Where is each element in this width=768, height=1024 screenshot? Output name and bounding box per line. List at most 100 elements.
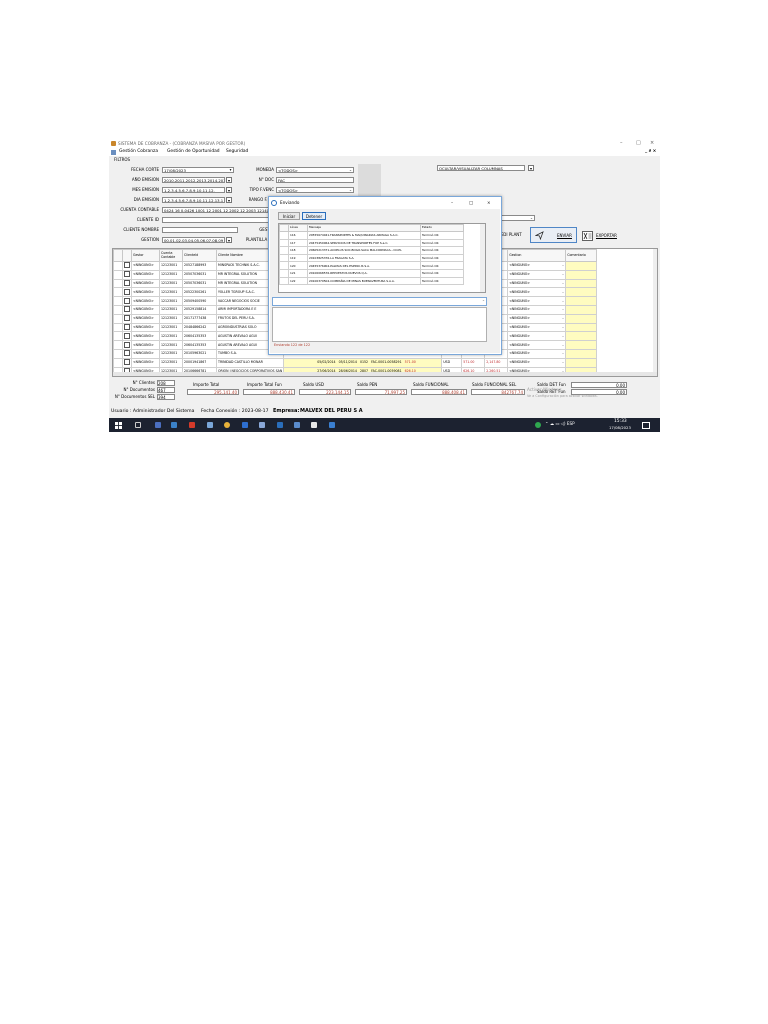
tipo-venc-select[interactable]: <TODOS> ⌄ <box>276 187 354 193</box>
comentario-cell[interactable] <box>565 287 598 298</box>
anio-emision-input[interactable]: 2010,2011,2012,2013,2014,201 <box>162 177 225 183</box>
gestion-cell[interactable]: <NINGUNO> ⌄ <box>507 296 567 306</box>
row-checkbox[interactable] <box>124 280 130 286</box>
edge-icon[interactable] <box>242 422 248 428</box>
comentario-cell[interactable] <box>565 357 598 368</box>
row-checkbox[interactable] <box>124 315 130 322</box>
dialog-log-row[interactable]: 118 20605213371-ACOPLUS SOC.BOGO.SACA MAL… <box>279 246 464 255</box>
mes-emision-input[interactable]: 1,2,3,4,5,6,7,8,9,10,11,12, <box>162 187 225 193</box>
ndoc-input[interactable]: FAC <box>276 177 354 183</box>
row-check-cell[interactable] <box>122 261 132 271</box>
gestor-cell[interactable]: <NINGUNO> <box>131 313 160 324</box>
gestor-cell[interactable]: <NINGUNO> <box>131 287 160 298</box>
gestion-cell[interactable]: <NINGUNO> ⌄ <box>507 331 567 342</box>
gestor-cell[interactable]: <NINGUNO> <box>131 269 160 280</box>
minimize-button[interactable]: – <box>620 139 623 148</box>
cliente-id-input[interactable] <box>162 217 270 223</box>
dialog-log-row[interactable]: 116 20555674041-TRANSPORTES & MAQUINARIAS… <box>279 231 464 240</box>
grid-header-gestion[interactable]: Gestion <box>507 249 567 262</box>
gestion-cell[interactable]: <NINGUNO> ⌄ <box>507 278 567 289</box>
row-check-cell[interactable] <box>122 331 132 342</box>
row-check-cell[interactable] <box>122 296 132 306</box>
enviar-button[interactable]: ENVIAR <box>530 227 577 243</box>
row-checkbox[interactable] <box>124 306 130 313</box>
gestion-cell[interactable]: <NINGUNO> ⌄ <box>507 313 567 324</box>
gestion-cell[interactable]: <NINGUNO> ⌄ <box>507 322 567 333</box>
row-header-cell[interactable] <box>113 313 123 324</box>
comentario-cell[interactable] <box>565 278 598 289</box>
menu-gestion-cobranza[interactable]: Gestión Cobranza <box>119 148 158 156</box>
comentario-cell[interactable] <box>565 348 598 359</box>
row-check-cell[interactable] <box>122 269 132 280</box>
moneda-select[interactable]: <TODOS> ⌄ <box>276 167 354 173</box>
gestion-cell[interactable]: <NINGUNO> ⌄ <box>507 348 567 359</box>
security-tray-icon[interactable] <box>535 422 541 428</box>
menu-gestion-oportunidad[interactable]: Gestión de Oportunidad <box>167 148 220 156</box>
tray-date[interactable]: 17/08/2023 <box>609 425 631 430</box>
comentario-cell[interactable] <box>565 313 598 324</box>
row-check-cell[interactable] <box>122 278 132 289</box>
row-header-cell[interactable] <box>113 304 123 315</box>
close-button[interactable]: × <box>650 139 654 148</box>
grid-header-cuenta[interactable]: Cuenta Contable <box>159 249 183 262</box>
dia-emision-input[interactable]: 1,2,3,4,5,6,7,8,9,10,11,12,13,1 <box>162 197 225 203</box>
dialog-maximize-button[interactable]: □ <box>469 197 473 209</box>
row-checkbox[interactable] <box>124 271 130 278</box>
gestion-input[interactable]: 00,01,02,03,04,05,06,07,08,09 <box>162 237 225 243</box>
row-check-cell[interactable] <box>122 348 132 359</box>
gestion-cell[interactable]: <NINGUNO> ⌄ <box>507 304 567 315</box>
notifications-icon[interactable] <box>642 421 650 429</box>
comentario-cell[interactable] <box>565 269 598 280</box>
row-check-cell[interactable] <box>122 313 132 324</box>
row-header-cell[interactable] <box>113 269 123 280</box>
windows-start-icon[interactable] <box>115 421 122 429</box>
detener-button[interactable]: Detener <box>302 212 326 220</box>
comentario-cell[interactable] <box>565 331 598 342</box>
dialog-close-button[interactable]: × <box>487 197 491 209</box>
gestion-cell[interactable]: <NINGUNO> ⌄ <box>507 269 567 280</box>
task-view-icon[interactable] <box>135 422 141 428</box>
row-header-cell[interactable] <box>113 331 123 342</box>
dialog-log-row[interactable]: 119 20103825376-LA FRAGATA S.A. Terminó OK <box>279 253 464 263</box>
dialog-log-row[interactable]: 117 20475450064-SERVICIOS DE TRANSPORTES … <box>279 238 464 248</box>
columnas-select[interactable]: OCULTAR/VISUALIZAR COLUMNAS <box>437 165 525 171</box>
row-checkbox[interactable] <box>124 350 130 357</box>
row-check-cell[interactable] <box>122 304 132 315</box>
row-header-cell[interactable] <box>113 296 123 306</box>
gestor-cell[interactable]: <NINGUNO> <box>131 348 160 359</box>
cuenta-contable-input[interactable]: 0424 16 0.0426 1001 12 2001 12 2002 12 2… <box>162 207 270 213</box>
gestor-cell[interactable]: <NINGUNO> <box>131 357 160 368</box>
row-header-cell[interactable] <box>113 322 123 333</box>
row-check-cell[interactable] <box>122 357 132 368</box>
explorer-icon[interactable] <box>259 422 265 428</box>
tray-time[interactable]: 15:33 <box>614 419 627 424</box>
gestor-cell[interactable]: <NINGUNO> <box>131 304 160 315</box>
chrome-icon[interactable] <box>224 422 230 428</box>
columnas-dropdown-icon[interactable]: ▾ <box>528 165 534 171</box>
gestion-cell[interactable]: <NINGUNO> ⌄ <box>507 287 567 298</box>
row-header-cell[interactable] <box>113 340 123 350</box>
comentario-cell[interactable] <box>565 261 598 271</box>
grid-header-gestor[interactable]: Gestor <box>131 249 160 262</box>
grid-horizontal-scrollbar[interactable] <box>113 372 657 376</box>
gestor-cell[interactable]: <NINGUNO> <box>131 322 160 333</box>
cliente-nombre-input[interactable] <box>162 227 238 233</box>
row-checkbox[interactable] <box>124 359 130 366</box>
gestor-cell[interactable]: <NINGUNO> <box>131 278 160 289</box>
dialog-log-row[interactable]: 120 20455376904-PALMAS DEL ESPINO.IS S.A.… <box>279 261 464 270</box>
row-checkbox[interactable] <box>124 332 130 339</box>
dia-emision-dropdown-icon[interactable]: ▾ <box>226 197 232 203</box>
mdi-window-controls[interactable]: _ ∂ × <box>645 148 656 156</box>
gestion-dropdown-icon[interactable]: ▾ <box>226 237 232 243</box>
iniciar-button[interactable]: Iniciar <box>278 212 300 220</box>
exportar-button[interactable]: EXPORTAR <box>580 227 622 243</box>
gestor-cell[interactable]: <NINGUNO> <box>131 340 160 350</box>
comentario-cell[interactable] <box>565 304 598 315</box>
maximize-button[interactable]: □ <box>636 139 641 148</box>
mes-emision-dropdown-icon[interactable]: ▾ <box>226 187 232 193</box>
row-header-cell[interactable] <box>113 261 123 271</box>
gestor-cell[interactable]: <NINGUNO> <box>131 331 160 342</box>
grid-header-clienteid[interactable]: ClienteId <box>182 249 217 262</box>
grid-vertical-scrollbar[interactable] <box>653 249 657 372</box>
app-icon-blue[interactable] <box>207 422 213 428</box>
